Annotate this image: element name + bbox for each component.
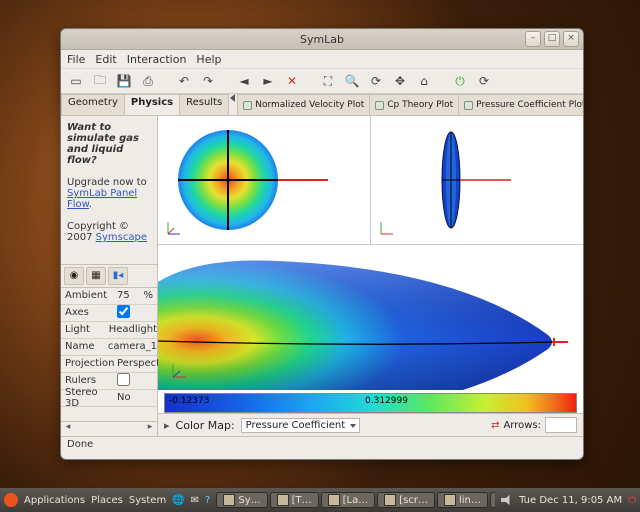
ambient-value[interactable]: 75	[117, 290, 130, 301]
sidebar: Want to simulate gas and liquid flow? Up…	[61, 116, 158, 436]
menubar: File Edit Interaction Help	[61, 50, 583, 68]
zoom-in-icon[interactable]: 🔍	[341, 70, 363, 92]
window-title: SymLab	[61, 33, 583, 46]
menu-help[interactable]: Help	[196, 53, 221, 66]
task-list: Sy… [T… [La… [scr… lin… in…	[216, 492, 495, 508]
nav-fwd-icon[interactable]: ►	[257, 70, 279, 92]
power-icon[interactable]: ⏻	[449, 70, 471, 92]
arrows-icon: ⇄	[491, 420, 499, 431]
task-button[interactable]: lin…	[437, 492, 488, 508]
sidebar-footer: ◂ ▸	[61, 421, 157, 436]
light-value[interactable]: Headlight	[105, 324, 157, 335]
browser-icon[interactable]: 🌐	[172, 495, 184, 506]
refresh-icon[interactable]: ⟳	[473, 70, 495, 92]
view-front[interactable]	[158, 116, 370, 244]
promo-panel: Want to simulate gas and liquid flow? Up…	[61, 116, 157, 249]
axis-gizmo-icon	[164, 220, 182, 238]
tab-strip: Geometry Physics Results Normalized Velo…	[61, 94, 583, 116]
task-button[interactable]: [scr…	[377, 492, 435, 508]
plot-icon	[464, 101, 473, 110]
menu-file[interactable]: File	[67, 53, 85, 66]
colormap-select[interactable]: Pressure Coefficient	[241, 418, 361, 433]
colormap-label: Color Map:	[176, 419, 235, 432]
scroll-left-icon[interactable]: ◂	[61, 422, 75, 436]
close-button[interactable]: ×	[563, 31, 579, 47]
ubuntu-logo-icon[interactable]	[4, 493, 18, 507]
places-menu[interactable]: Places	[91, 495, 123, 506]
camera-mode-strip: ◉ ▦ ▮◂	[61, 264, 157, 287]
doc-tab-cp-theory[interactable]: Cp Theory Plot	[369, 94, 459, 115]
status-bar: Done	[61, 436, 583, 459]
new-icon[interactable]: ▭	[65, 70, 87, 92]
open-icon[interactable]: 🗀	[89, 70, 111, 92]
applications-menu[interactable]: Applications	[24, 495, 85, 506]
undo-icon[interactable]: ↶	[173, 70, 195, 92]
colormap-row: ▸ Color Map: Pressure Coefficient ⇄ Arro…	[158, 413, 583, 436]
pan-icon[interactable]: ✥	[389, 70, 411, 92]
mail-icon[interactable]: ✉	[191, 495, 199, 506]
color-scale: -0.12373 0.312999	[164, 393, 577, 413]
menu-interaction[interactable]: Interaction	[127, 53, 187, 66]
task-button[interactable]: [T…	[270, 492, 319, 508]
maximize-button[interactable]: □	[544, 31, 560, 47]
tab-scroll-left-icon[interactable]	[230, 94, 235, 102]
stereo-value[interactable]: No	[113, 392, 157, 403]
taskbar: Applications Places System 🌐 ✉ ? Sy… [T……	[0, 488, 640, 512]
arrows-label: Arrows:	[503, 420, 541, 431]
doc-tab-velocity[interactable]: Normalized Velocity Plot	[237, 94, 370, 115]
app-window: SymLab – □ × File Edit Interaction Help …	[60, 28, 584, 460]
view-perspective[interactable]	[158, 245, 583, 390]
system-tray: Tue Dec 11, 9:05 AM ⏻	[501, 495, 636, 506]
tab-geometry[interactable]: Geometry	[61, 94, 125, 115]
scale-min: -0.12373	[169, 396, 209, 406]
tab-results[interactable]: Results	[179, 94, 229, 115]
camera-properties: Ambient75 % Axes LightHeadlight Namecame…	[61, 287, 157, 407]
tab-physics[interactable]: Physics	[124, 94, 180, 115]
rulers-checkbox[interactable]	[117, 373, 130, 386]
task-button[interactable]: in…	[490, 492, 495, 508]
help-icon[interactable]: ?	[205, 495, 210, 506]
camera-globe-icon[interactable]: ◉	[64, 267, 84, 285]
shutdown-icon[interactable]: ⏻	[628, 495, 636, 506]
scroll-right-icon[interactable]: ▸	[143, 422, 157, 436]
zoom-fit-icon[interactable]: ⛶	[317, 70, 339, 92]
nav-back-icon[interactable]: ◄	[233, 70, 255, 92]
plot-icon	[243, 101, 252, 110]
clock[interactable]: Tue Dec 11, 9:05 AM	[519, 495, 622, 506]
axes-checkbox[interactable]	[117, 305, 130, 318]
toolbar: ▭ 🗀 💾 ⎙ ↶ ↷ ◄ ► ✕ ⛶ 🔍 ⟳ ✥ ⌂ ⏻ ⟳	[61, 68, 583, 94]
cancel-icon[interactable]: ✕	[281, 70, 303, 92]
axis-gizmo-icon	[168, 362, 188, 382]
camera-video-icon[interactable]: ▮◂	[108, 267, 128, 285]
print-icon[interactable]: ⎙	[137, 70, 159, 92]
view-side[interactable]	[370, 116, 583, 244]
task-button[interactable]: Sy…	[216, 492, 267, 508]
rotate-icon[interactable]: ⟳	[365, 70, 387, 92]
doc-tab-cp[interactable]: Pressure Coefficient Plot	[458, 94, 583, 115]
upgrade-link[interactable]: SymLab Panel Flow	[67, 188, 137, 210]
main-view: -0.12373 0.312999 ▸ Color Map: Pressure …	[158, 116, 583, 436]
pointer-icon[interactable]: ▸	[164, 419, 170, 432]
camera-name-value[interactable]: camera_1	[104, 341, 157, 352]
redo-icon[interactable]: ↷	[197, 70, 219, 92]
menu-edit[interactable]: Edit	[95, 53, 116, 66]
plot-icon	[375, 101, 384, 110]
promo-headline: Want to simulate gas and liquid flow?	[67, 122, 139, 166]
task-button[interactable]: [La…	[321, 492, 376, 508]
camera-cube-icon[interactable]: ▦	[86, 267, 106, 285]
arrows-select[interactable]	[545, 417, 577, 433]
system-menu[interactable]: System	[129, 495, 166, 506]
axis-gizmo-icon	[377, 220, 395, 238]
titlebar[interactable]: SymLab – □ ×	[61, 29, 583, 50]
scale-mid: 0.312999	[365, 396, 408, 406]
company-link[interactable]: Symscape	[96, 232, 147, 243]
save-icon[interactable]: 💾	[113, 70, 135, 92]
volume-icon[interactable]	[501, 495, 513, 505]
minimize-button[interactable]: –	[525, 31, 541, 47]
home-icon[interactable]: ⌂	[413, 70, 435, 92]
